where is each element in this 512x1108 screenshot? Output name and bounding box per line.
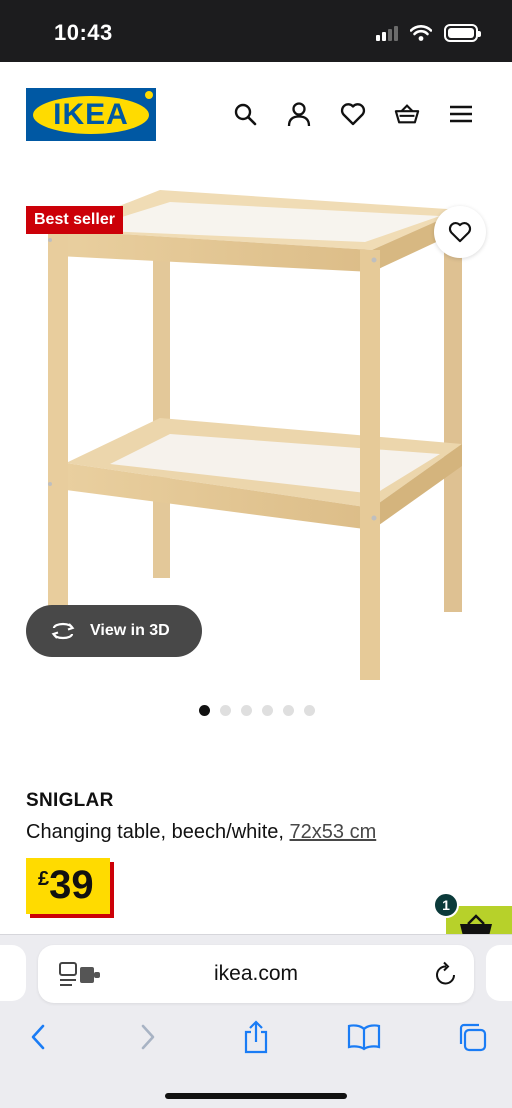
add-to-favourites-button[interactable] [434,206,486,258]
next-tab-preview[interactable] [486,945,512,1001]
basket-icon[interactable] [394,100,420,128]
view-in-3d-label: View in 3D [90,622,170,639]
browser-bottom-bar: ikea.com [0,934,512,1108]
status-icons [376,24,481,42]
bookmarks-button[interactable] [344,1017,384,1057]
heart-icon [448,222,472,243]
carousel-dot[interactable] [283,705,294,716]
carousel-dots [0,705,512,716]
cart-count-badge: 1 [433,892,459,918]
tabs-icon [459,1023,487,1052]
forward-button[interactable] [128,1017,168,1057]
logo-oval: IKEA [33,95,149,134]
carousel-dot[interactable] [304,705,315,716]
account-icon[interactable] [286,100,312,128]
product-description: Changing table, beech/white, 72x53 cm [26,821,376,844]
price-tag: £ 39 [26,858,110,914]
back-button[interactable] [18,1017,58,1057]
reload-icon[interactable] [434,961,458,987]
ikea-logo[interactable]: IKEA [26,88,156,141]
address-bar[interactable]: ikea.com [38,945,474,1003]
cellular-signal-icon [376,25,398,41]
status-bar: 10:43 [0,0,512,62]
product-name: SNIGLAR [26,790,114,811]
carousel-dot[interactable] [262,705,273,716]
product-dimensions-link[interactable]: 72x53 cm [290,821,377,843]
header-actions [232,100,474,128]
search-icon[interactable] [232,100,258,128]
chevron-left-icon [31,1024,45,1050]
status-time: 10:43 [54,20,113,45]
battery-icon [444,24,481,42]
product-type: Changing table, beech/white, [26,821,290,843]
carousel-dot[interactable] [199,705,210,716]
carousel-dot[interactable] [241,705,252,716]
heart-icon[interactable] [340,100,366,128]
browser-toolbar [0,1017,512,1057]
menu-icon[interactable] [448,100,474,128]
home-indicator[interactable] [165,1093,347,1099]
view-in-3d-button[interactable]: View in 3D [26,605,202,657]
page-settings-icon[interactable] [58,961,106,987]
rotate-3d-icon [51,622,75,640]
carousel-dot[interactable] [220,705,231,716]
registered-mark [145,91,153,99]
book-icon [347,1024,381,1051]
logo-text: IKEA [53,97,129,131]
share-button[interactable] [236,1017,276,1057]
site-header: IKEA [0,62,512,168]
previous-tab-preview[interactable] [0,945,26,1001]
screen: 10:43 IKEA Best seller View in 3D SNIGLA… [0,0,512,1108]
chevron-right-icon [141,1024,155,1050]
price-currency: £ [38,868,50,890]
share-icon [244,1020,268,1054]
wifi-icon [410,25,432,41]
price-amount: 39 [49,863,94,907]
tabs-button[interactable] [452,1017,492,1057]
product-image-carousel[interactable]: Best seller View in 3D [0,168,512,688]
best-seller-badge: Best seller [26,206,123,234]
